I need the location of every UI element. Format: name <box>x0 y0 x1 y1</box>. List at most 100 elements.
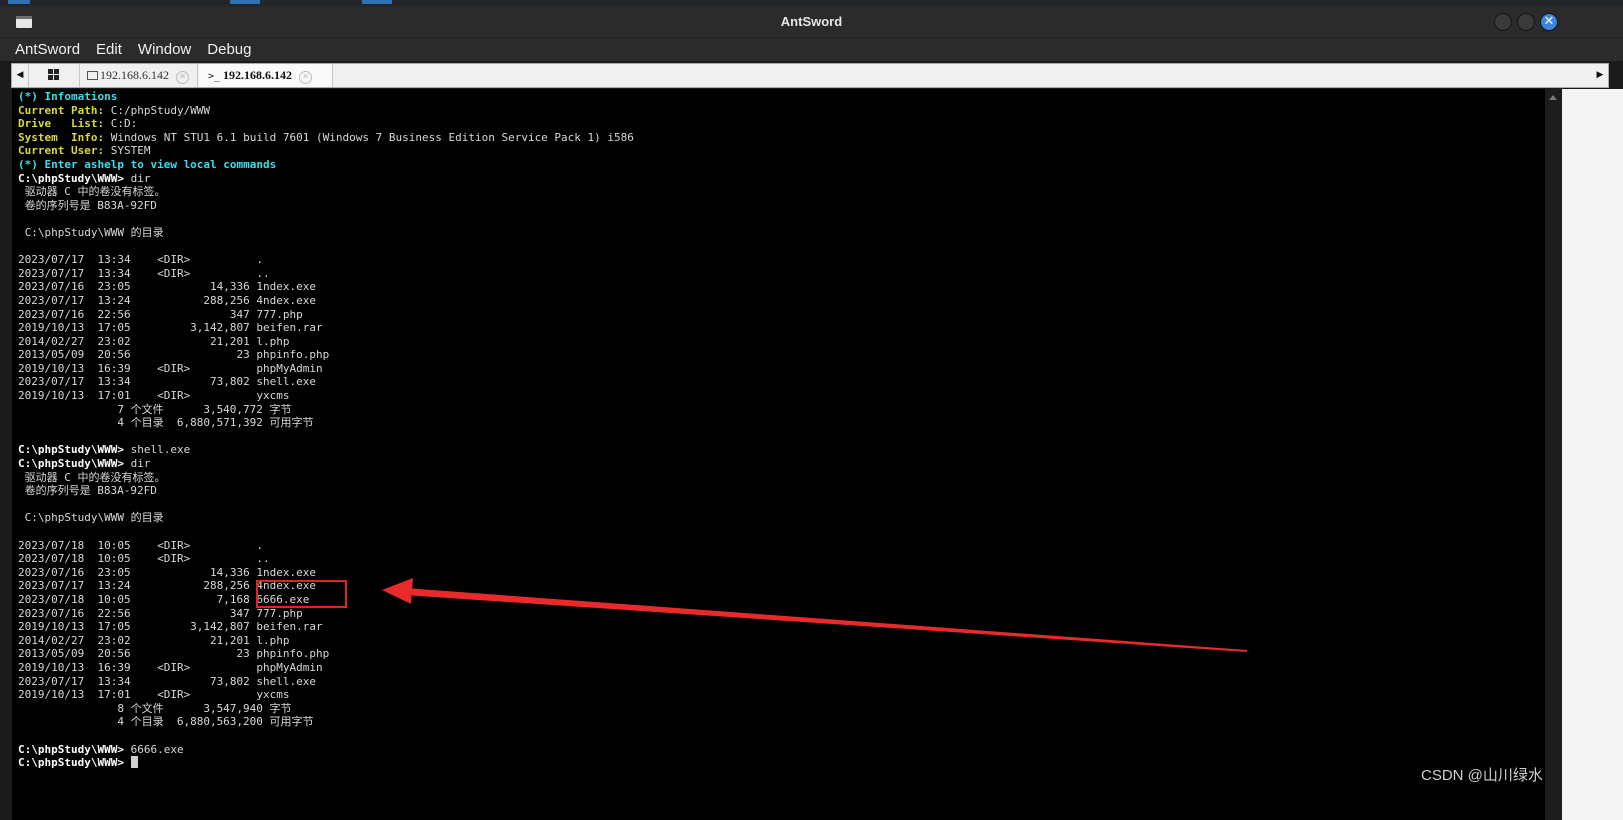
terminal-text: 2019/10/13 17:05 3,142,807 beifen.rar <box>18 620 323 634</box>
terminal-line: (*) Enter ashelp to view local commands <box>18 158 634 172</box>
terminal-text: 2023/07/17 13:34 <DIR> .. <box>18 266 270 280</box>
terminal-line: 2023/07/18 10:05 <DIR> . <box>18 539 634 553</box>
terminal-scrollbar[interactable] <box>1545 89 1562 820</box>
terminal-text: C:D: <box>110 117 138 131</box>
terminal-text: 2023/07/18 10:05 <DIR> . <box>18 538 264 552</box>
terminal-line: 2023/07/16 22:56 347 777.php <box>18 607 634 621</box>
terminal-text: 2013/05/09 20:56 23 phpinfo.php <box>18 647 330 661</box>
terminal-output: (*) Infomations Current Path: C:/phpStudy… <box>18 90 634 770</box>
folder-icon <box>87 71 98 80</box>
terminal-text: 6666.exe <box>130 742 184 756</box>
terminal-line: 2014/02/27 23:02 21,201 l.php <box>18 634 634 648</box>
terminal-text: 8 个文件 3,547,940 字节 <box>18 701 292 715</box>
terminal-text: 2014/02/27 23:02 21,201 l.php <box>18 633 290 647</box>
terminal-text: 2014/02/27 23:02 21,201 l.php <box>18 334 290 348</box>
menu-antsword[interactable]: AntSword <box>10 38 85 58</box>
terminal-text: C:\phpStudy\WWW> <box>18 443 131 457</box>
terminal-line: 2023/07/17 13:34 <DIR> .. <box>18 267 634 281</box>
terminal-line: Current User: SYSTEM <box>18 144 634 158</box>
terminal-line: 2023/07/17 13:34 <DIR> . <box>18 253 634 267</box>
terminal-line: 驱动器 C 中的卷没有标签。 <box>18 185 634 199</box>
terminal-prompt-icon: >_ <box>208 71 221 82</box>
terminal-cursor <box>130 756 138 769</box>
window-title-bar[interactable]: AntSword ✕ <box>0 7 1623 38</box>
terminal-text: C:\phpStudy\WWW> <box>18 742 131 756</box>
terminal-text: 2023/07/16 23:05 14,336 1ndex.exe <box>18 565 317 579</box>
terminal-text: SYSTEM <box>110 144 151 158</box>
terminal-line: Current Path: C:/phpStudy/WWW <box>18 104 634 118</box>
terminal-text: (*) Enter ashelp to view local commands <box>18 157 277 171</box>
terminal-line: 2019/10/13 16:39 <DIR> phpMyAdmin <box>18 362 634 376</box>
terminal-line: 卷的序列号是 B83A-92FD <box>18 199 634 213</box>
terminal-text: 2019/10/13 17:01 <DIR> yxcms <box>18 688 290 702</box>
terminal-text: 7 个文件 3,540,772 字节 <box>18 402 292 416</box>
tab-scroll-left-icon[interactable]: ◀ <box>12 64 28 87</box>
terminal-line: C:\phpStudy\WWW> <box>18 756 634 770</box>
close-button[interactable]: ✕ <box>1540 13 1558 31</box>
terminal-line: (*) Infomations <box>18 90 634 104</box>
terminal-text: 2023/07/16 22:56 347 777.php <box>18 307 303 321</box>
terminal-text: 卷的序列号是 B83A-92FD <box>18 198 157 212</box>
terminal-line: 2023/07/16 23:05 14,336 1ndex.exe <box>18 566 634 580</box>
terminal-text: 2023/07/18 10:05 <DIR> .. <box>18 552 270 566</box>
menu-edit[interactable]: Edit <box>91 38 127 58</box>
terminal-line: 卷的序列号是 B83A-92FD <box>18 484 634 498</box>
terminal-line: 2019/10/13 17:05 3,142,807 beifen.rar <box>18 321 634 335</box>
terminal-text: C:\phpStudy\WWW 的目录 <box>18 225 164 239</box>
terminal-line: 2019/10/13 17:05 3,142,807 beifen.rar <box>18 620 634 634</box>
terminal-text: C:\phpStudy\WWW> <box>18 457 131 471</box>
terminal-text: dir <box>130 171 151 185</box>
tab-home[interactable] <box>28 64 80 87</box>
terminal-text: (*) Infomations <box>18 90 118 103</box>
terminal-text: 2023/07/17 13:34 <DIR> . <box>18 253 264 267</box>
terminal-line: Drive List: C:D: <box>18 117 634 131</box>
terminal-line: 4 个目录 6,880,571,392 可用字节 <box>18 416 634 430</box>
tab-close-icon[interactable]: ✕ <box>176 71 189 84</box>
terminal-text: 2023/07/16 23:05 14,336 1ndex.exe <box>18 280 317 294</box>
terminal-line: 2023/07/16 22:56 347 777.php <box>18 308 634 322</box>
watermark: CSDN @山川绿水 <box>1421 767 1543 784</box>
tab-terminal[interactable]: >_ 192.168.6.142 ✕ <box>199 64 333 87</box>
terminal-line: 2013/05/09 20:56 23 phpinfo.php <box>18 647 634 661</box>
minimize-button[interactable] <box>1494 13 1512 31</box>
terminal-line: 2013/05/09 20:56 23 phpinfo.php <box>18 348 634 362</box>
desktop-task-marker <box>8 0 30 4</box>
tab-scroll-right-icon[interactable]: ▶ <box>1592 64 1608 87</box>
terminal-text: 2019/10/13 17:01 <DIR> yxcms <box>18 389 290 403</box>
terminal-line: C:\phpStudy\WWW 的目录 <box>18 226 634 240</box>
maximize-button[interactable] <box>1517 13 1535 31</box>
terminal-line: System Info: Windows NT STU1 6.1 build 7… <box>18 131 634 145</box>
tab-close-icon[interactable]: ✕ <box>299 71 313 84</box>
tab-bar: ◀ 192.168.6.142 ✕ >_ 192.168.6.142 ✕ ▶ <box>11 63 1609 88</box>
scroll-up-icon[interactable] <box>1549 95 1557 100</box>
terminal-line: C:\phpStudy\WWW> dir <box>18 457 634 471</box>
terminal-line: 2023/07/18 10:05 <DIR> .. <box>18 552 634 566</box>
tab-label: 192.168.6.142 <box>100 68 169 82</box>
desktop-task-marker <box>362 0 392 4</box>
terminal-text: C:\phpStudy\WWW 的目录 <box>18 511 164 525</box>
terminal-line: C:\phpStudy\WWW> dir <box>18 172 634 186</box>
terminal-text: 2023/07/17 13:34 73,802 shell.exe <box>18 674 317 688</box>
terminal-line: 驱动器 C 中的卷没有标签。 <box>18 471 634 485</box>
terminal-line: 2023/07/17 13:34 73,802 shell.exe <box>18 675 634 689</box>
terminal-text: 卷的序列号是 B83A-92FD <box>18 484 157 498</box>
terminal-line: 2023/07/17 13:24 288,256 4ndex.exe <box>18 294 634 308</box>
terminal[interactable]: (*) Infomations Current Path: C:/phpStudy… <box>12 89 1545 820</box>
terminal-line: 2023/07/16 23:05 14,336 1ndex.exe <box>18 280 634 294</box>
terminal-line: 2019/10/13 16:39 <DIR> phpMyAdmin <box>18 661 634 675</box>
terminal-text: C:\phpStudy\WWW> <box>18 171 131 185</box>
tab-file-manager[interactable]: 192.168.6.142 ✕ <box>79 64 198 87</box>
terminal-text: Windows NT STU1 6.1 build 7601 (Windows … <box>110 130 634 144</box>
menu-debug[interactable]: Debug <box>202 38 256 58</box>
terminal-line: C:\phpStudy\WWW 的目录 <box>18 511 634 525</box>
terminal-text: 2019/10/13 17:05 3,142,807 beifen.rar <box>18 321 323 335</box>
terminal-text: Current User: <box>18 144 111 158</box>
terminal-line: 2019/10/13 17:01 <DIR> yxcms <box>18 389 634 403</box>
grid-icon <box>48 69 59 80</box>
terminal-text: shell.exe <box>130 443 191 457</box>
menu-window[interactable]: Window <box>133 38 196 58</box>
